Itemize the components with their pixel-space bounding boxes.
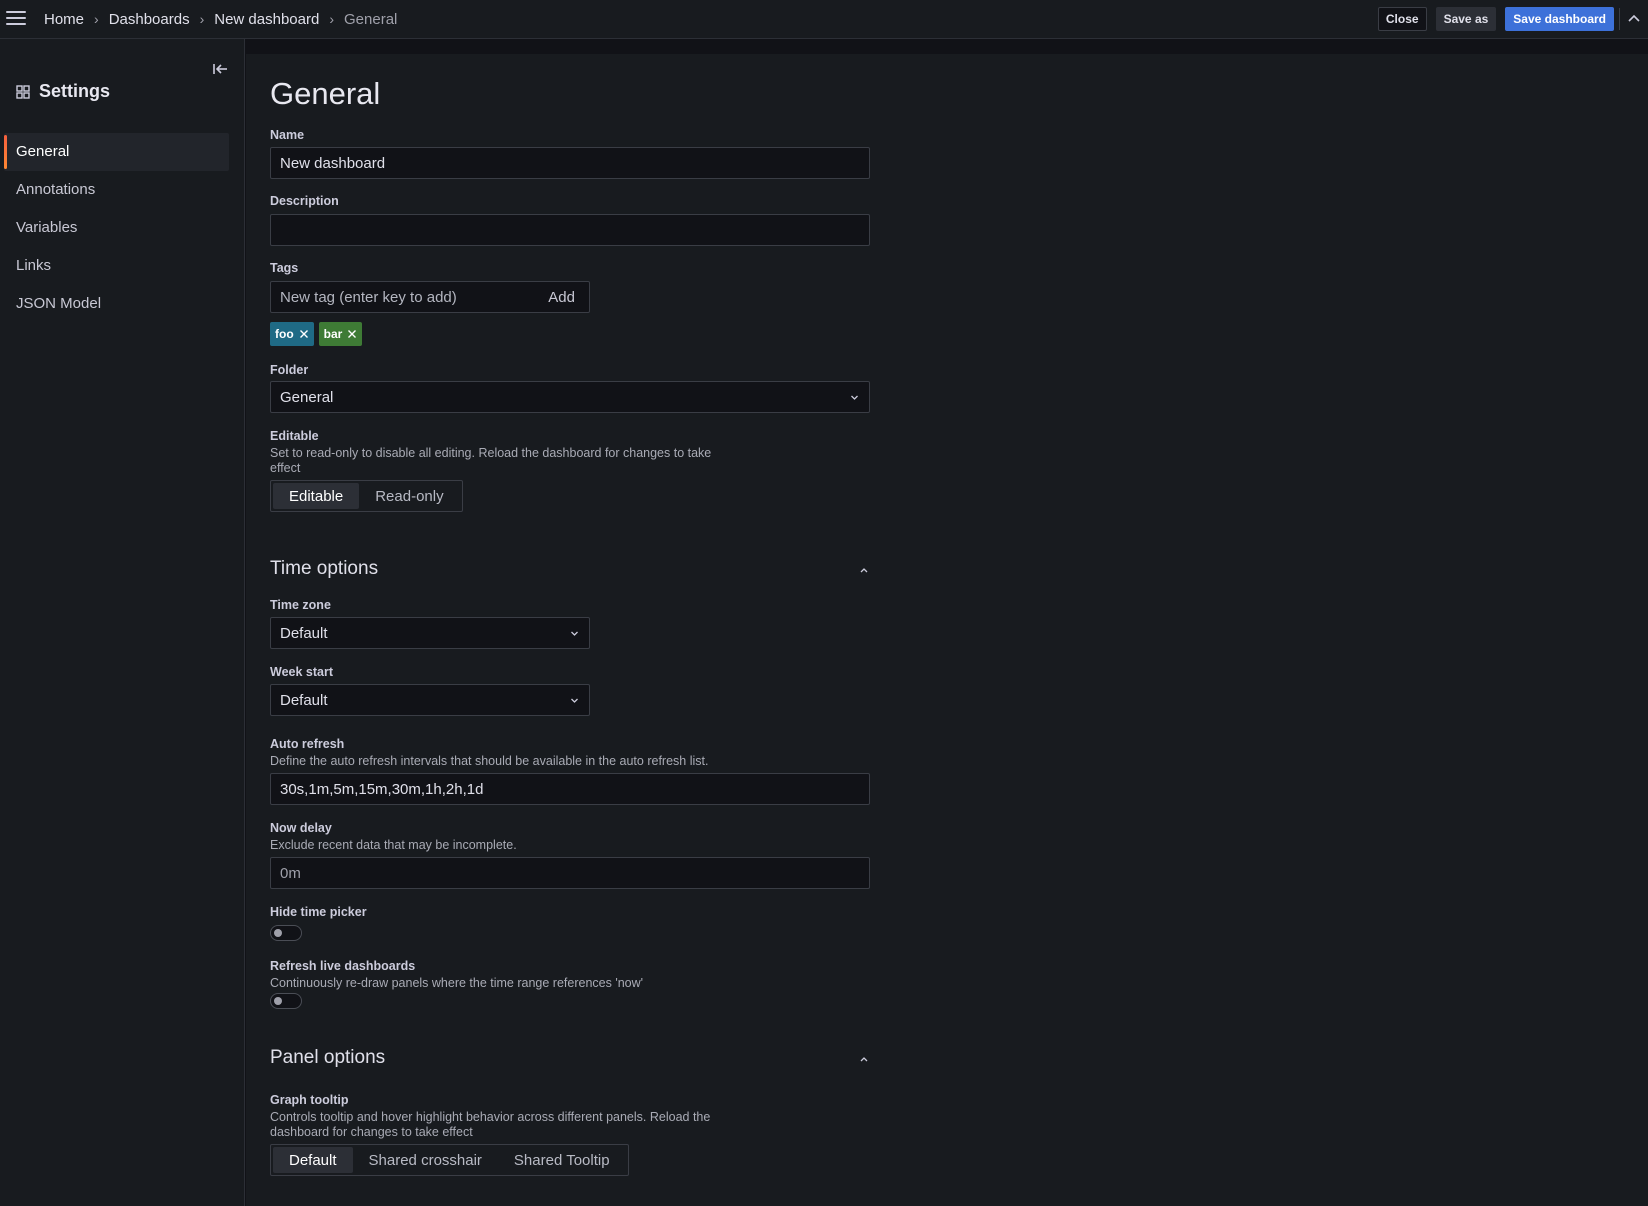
tag-label: foo [275,327,294,341]
breadcrumb-separator: › [329,11,334,27]
graph-tooltip-radio-group: Default Shared crosshair Shared Tooltip [270,1144,629,1176]
tags-label: Tags [270,261,299,275]
chevron-up-icon[interactable] [858,564,870,576]
editable-radio-group: Editable Read-only [270,480,463,512]
menu-icon[interactable] [6,8,26,28]
default-option[interactable]: Default [273,1147,353,1173]
folder-label: Folder [270,363,309,377]
week-start-select[interactable]: Default [270,684,590,716]
main-content: General Name New dashboard Description T… [246,54,1648,1206]
read-only-option[interactable]: Read-only [359,483,459,509]
breadcrumb-separator: › [94,11,99,27]
time-options-title: Time options [270,558,379,579]
refresh-live-toggle[interactable] [270,993,302,1009]
hide-time-picker-toggle[interactable] [270,925,302,941]
chevron-down-icon [571,631,578,636]
close-icon[interactable] [347,329,357,339]
breadcrumb-separator: › [199,11,205,27]
folder-select[interactable]: General [270,381,870,413]
graph-tooltip-description: Controls tooltip and hover highlight beh… [270,1110,711,1139]
collapse-sidebar-icon[interactable] [212,61,230,77]
close-icon[interactable] [299,329,309,339]
week-start-label: Week start [270,665,333,679]
close-button[interactable]: Close [1377,7,1427,31]
sidebar-item-json-model[interactable]: JSON Model [4,285,229,323]
hide-time-picker-label: Hide time picker [270,905,367,919]
graph-tooltip-label: Graph tooltip [270,1093,349,1107]
now-delay-input[interactable]: 0m [270,857,870,889]
sidebar-item-links[interactable]: Links [4,247,229,285]
breadcrumb-current: General [344,10,398,28]
editable-description: Set to read-only to disable all editing.… [270,446,712,475]
refresh-live-description: Continuously re-draw panels where the ti… [270,976,644,990]
settings-header: Settings [16,81,110,102]
description-label: Description [270,194,339,208]
sidebar-item-annotations[interactable]: Annotations [4,171,229,209]
breadcrumb-home[interactable]: Home [44,11,84,28]
chevron-up-icon[interactable] [1626,10,1642,26]
tag-chip: foo [270,322,314,346]
panel-options-title: Panel options [270,1047,386,1068]
name-input[interactable]: New dashboard [270,147,870,179]
editable-option[interactable]: Editable [273,483,360,509]
auto-refresh-input[interactable]: 30s,1m,5m,15m,30m,1h,2h,1d [270,773,870,805]
auto-refresh-description: Define the auto refresh intervals that s… [270,754,709,768]
settings-title: Settings [39,81,111,101]
name-label: Name [270,128,305,142]
sidebar-item-general[interactable]: General [4,133,229,171]
tag-chip: bar [318,322,363,346]
breadcrumb-dashboards[interactable]: Dashboards [109,11,190,28]
tags-list: foo bar [270,322,363,346]
now-delay-label: Now delay [270,821,332,835]
chevron-down-icon [571,698,578,703]
shared-crosshair-option[interactable]: Shared crosshair [353,1147,498,1173]
now-delay-placeholder: 0m [280,864,301,882]
time-zone-value: Default [280,624,328,642]
shared-tooltip-option[interactable]: Shared Tooltip [498,1147,626,1173]
chevron-up-icon[interactable] [858,1053,870,1065]
folder-value: General [280,388,334,406]
refresh-live-label: Refresh live dashboards [270,959,416,973]
now-delay-description: Exclude recent data that may be incomple… [270,838,517,852]
sidebar-item-variables[interactable]: Variables [4,209,229,247]
toolbar-divider [1619,8,1620,30]
tag-input[interactable]: New tag (enter key to add) Add [270,281,590,313]
auto-refresh-label: Auto refresh [270,737,345,751]
time-zone-select[interactable]: Default [270,617,590,649]
page-title: General [270,76,381,111]
top-bar: Home › Dashboards › New dashboard › Gene… [0,0,1648,39]
settings-sidebar: Settings General Annotations Variables L… [0,39,245,1206]
description-input[interactable] [270,214,870,246]
breadcrumb-new-dashboard[interactable]: New dashboard [214,11,319,28]
time-zone-label: Time zone [270,598,331,612]
tag-input-placeholder: New tag (enter key to add) [280,288,457,306]
tag-label: bar [323,327,343,341]
save-dashboard-button[interactable]: Save dashboard [1505,7,1614,31]
editable-label: Editable [270,429,319,443]
chevron-down-icon [851,395,858,400]
week-start-value: Default [280,691,328,709]
save-as-button[interactable]: Save as [1435,7,1497,31]
apps-icon [16,84,30,99]
breadcrumb: Home › Dashboards › New dashboard › Gene… [44,0,397,38]
settings-nav: General Annotations Variables Links JSON… [4,133,229,323]
add-tag-button[interactable]: Add [548,289,575,306]
